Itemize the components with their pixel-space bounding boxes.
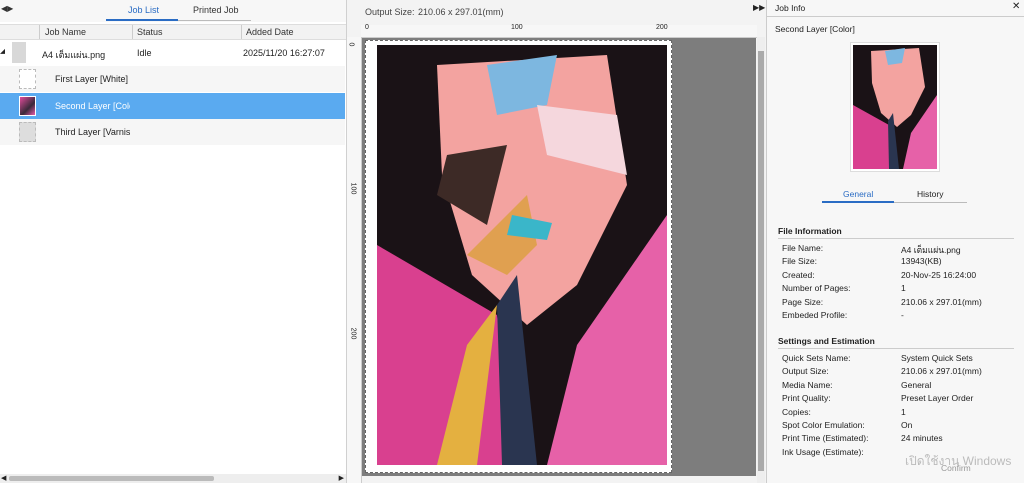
info-value: 13943(KB) — [901, 256, 942, 267]
info-key: Page Size: — [782, 296, 824, 307]
info-value: On — [901, 420, 913, 430]
info-value: 1 — [901, 406, 906, 417]
info-key: File Name: — [782, 243, 824, 253]
info-value: 210.06 x 297.01(mm) — [901, 366, 982, 377]
layer-row-white[interactable]: First Layer [White] — [0, 66, 345, 92]
layer-name: First Layer [White] — [55, 74, 129, 84]
job-status: Idle — [137, 48, 152, 58]
job-thumbnail — [12, 42, 26, 63]
settings-heading: Settings and Estimation — [778, 336, 875, 346]
info-key: Ink Usage (Estimate): — [782, 446, 864, 457]
job-list-header: Job Name Status Added Date — [0, 24, 346, 40]
expand-icon[interactable]: ◢ — [0, 47, 5, 55]
info-value: A4 เต็มแผ่น.png — [901, 245, 961, 255]
layer-row-varnish[interactable]: Third Layer [Varnish] — [0, 119, 345, 145]
tab-history[interactable]: History — [917, 189, 943, 199]
vertical-ruler: 0 100 200 — [347, 37, 362, 483]
collapse-right-icon[interactable]: ▶▶ — [753, 3, 765, 12]
tab-active-indicator — [106, 19, 178, 21]
info-value: - — [901, 310, 904, 320]
tab-job-list[interactable]: Job List — [128, 5, 159, 15]
info-key: Print Time (Estimated): — [782, 433, 869, 444]
info-key: Embeded Profile: — [782, 310, 848, 320]
horizontal-ruler: 0 100 200 — [361, 24, 757, 38]
layer-name: Second Layer [Color] — [55, 101, 130, 111]
column-added-date[interactable]: Added Date — [246, 27, 294, 37]
collapse-left-icon[interactable]: ◀▶ — [1, 4, 13, 13]
job-row[interactable]: ◢ A4 เต็มแผ่น.png Idle 2025/11/20 16:27:… — [0, 40, 345, 67]
layer-thumbnail — [19, 122, 36, 142]
output-size-value: 210.06 x 297.01(mm) — [418, 7, 504, 17]
info-key: Quick Sets Name: — [782, 353, 851, 363]
confirm-button[interactable]: Confirm — [941, 463, 971, 473]
info-value: Preset Layer Order — [901, 393, 974, 404]
layer-thumbnail — [19, 96, 36, 116]
layer-preview-thumbnail — [850, 42, 940, 172]
info-value: 210.06 x 297.01(mm) — [901, 296, 982, 307]
info-value: 1 — [901, 283, 906, 294]
tab-general[interactable]: General — [843, 189, 873, 199]
column-job-name[interactable]: Job Name — [45, 27, 86, 37]
info-key: File Size: — [782, 256, 817, 267]
file-info-heading: File Information — [778, 226, 842, 236]
info-key: Print Quality: — [782, 393, 831, 404]
info-key: Media Name: — [782, 379, 833, 390]
column-status[interactable]: Status — [137, 27, 163, 37]
horizontal-scrollbar[interactable]: ◀ ▶ — [0, 474, 346, 483]
info-value: General — [901, 379, 932, 390]
tab-printed-job[interactable]: Printed Job — [193, 5, 239, 15]
job-info-pane: Job Info ✕ Second Layer [Color] General … — [766, 0, 1024, 483]
close-icon[interactable]: ✕ — [1012, 1, 1020, 12]
info-key: Copies: — [782, 406, 811, 417]
info-key: Created: — [782, 269, 815, 280]
info-value: 24 minutes — [901, 433, 943, 444]
info-key: Number of Pages: — [782, 283, 851, 294]
job-list-pane: ◀▶ Job List Printed Job Job Name Status … — [0, 0, 347, 483]
preview-image — [377, 45, 667, 465]
layer-thumbnail — [19, 69, 36, 89]
job-tabs: ◀▶ Job List Printed Job — [0, 0, 346, 22]
info-key: Spot Color Emulation: — [782, 420, 865, 430]
output-size-label: Output Size: — [365, 7, 415, 17]
print-preview-paper[interactable] — [365, 40, 672, 473]
job-info-title: Job Info — [775, 3, 806, 13]
info-value: System Quick Sets — [901, 353, 973, 363]
job-name: A4 เต็มแผ่น.png — [42, 50, 106, 60]
layer-row-color[interactable]: Second Layer [Color] — [0, 93, 345, 119]
info-key: Output Size: — [782, 366, 829, 377]
vertical-scrollbar[interactable] — [757, 37, 765, 483]
layer-info-name: Second Layer [Color] — [775, 24, 855, 34]
job-added-date: 2025/11/20 16:27:07 — [243, 48, 325, 58]
layer-name: Third Layer [Varnish] — [55, 127, 130, 137]
info-value: 20-Nov-25 16:24:00 — [901, 269, 977, 280]
